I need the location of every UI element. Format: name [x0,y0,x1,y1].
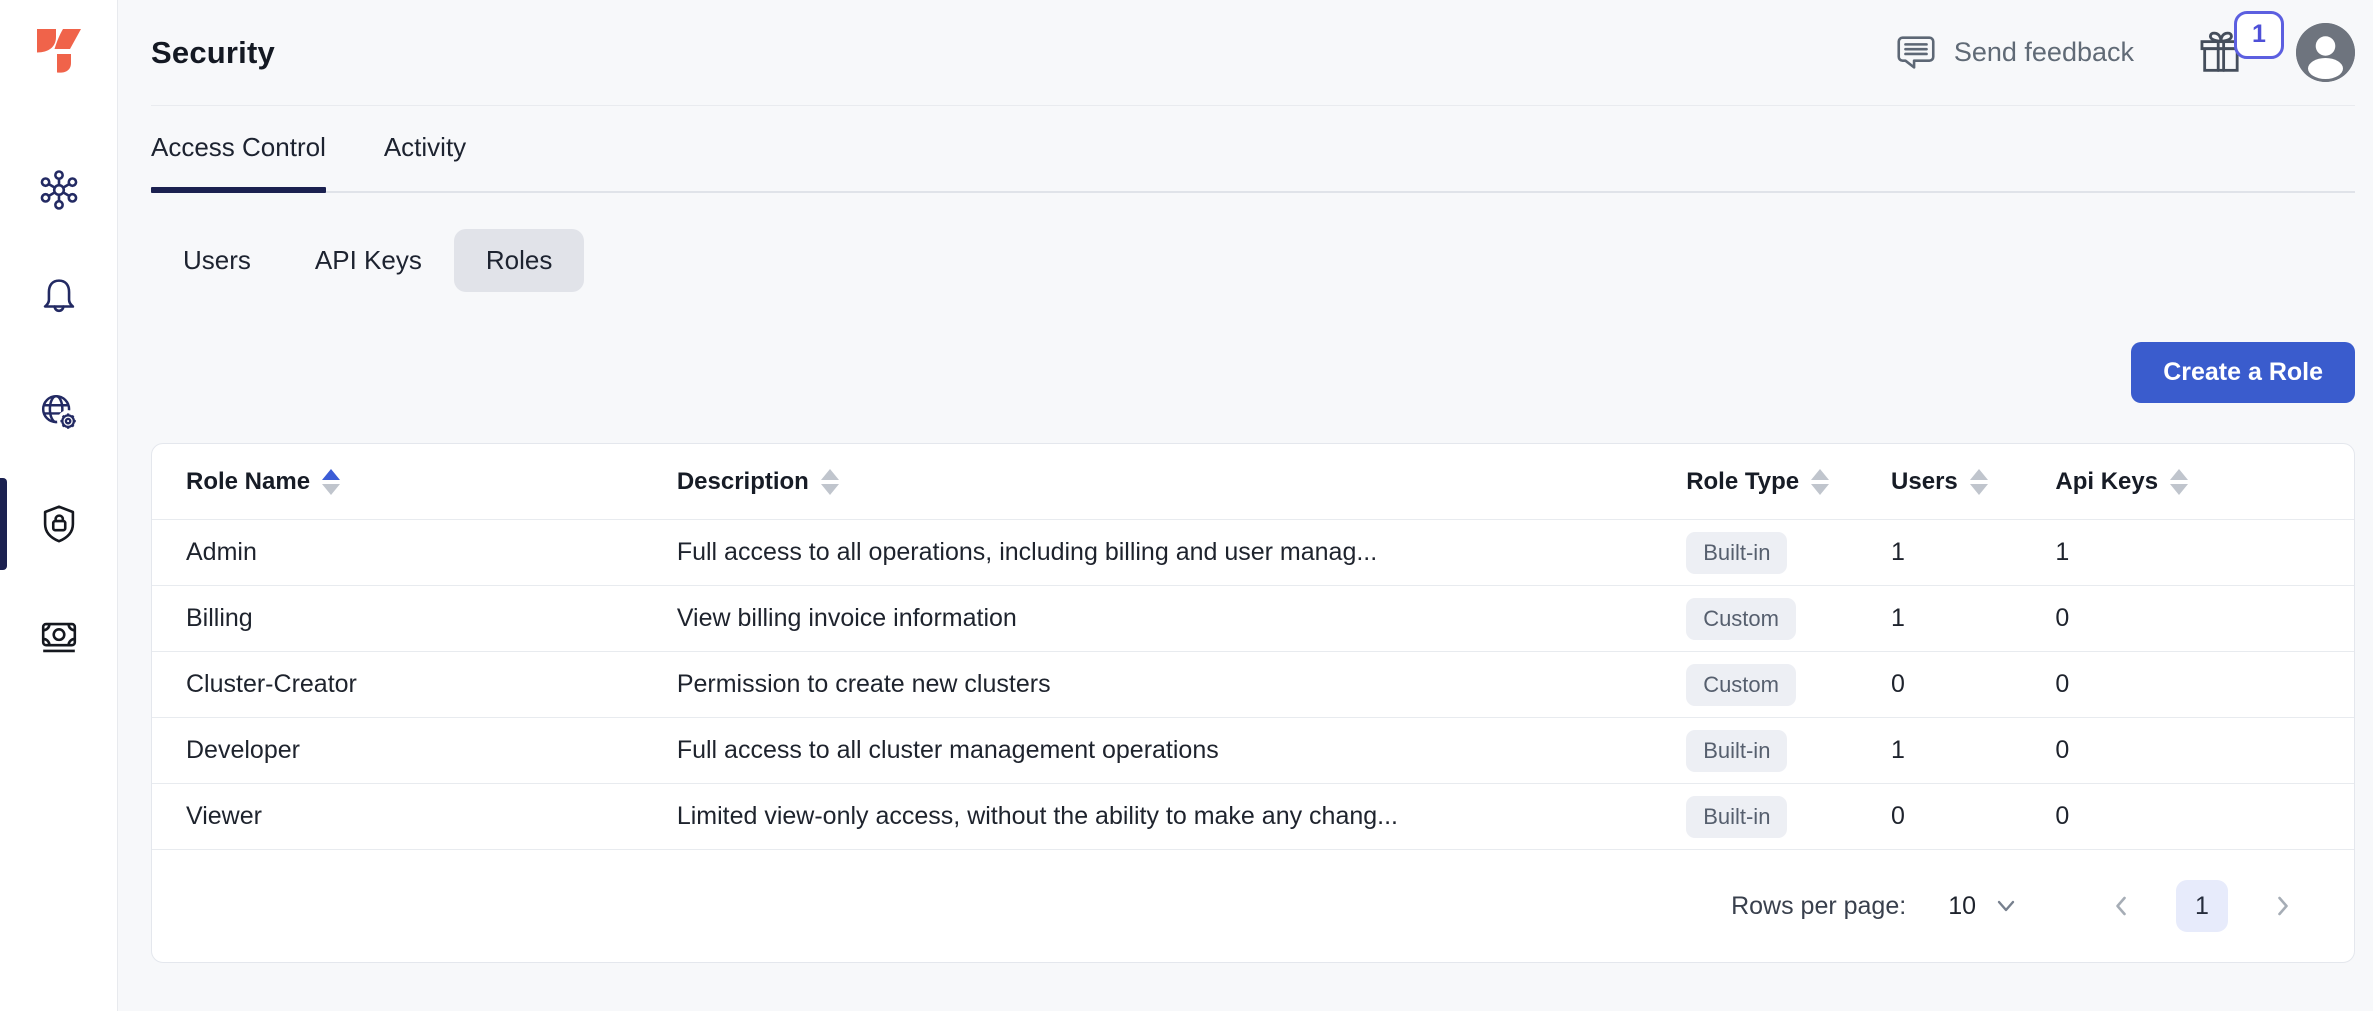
table-header-row: Role Name Description Role Type Users Ap… [152,444,2354,520]
sort-icon [1811,469,1829,495]
role-type-badge: Custom [1686,598,1796,640]
table-row[interactable]: Cluster-Creator Permission to create new… [152,652,2354,718]
user-icon [2296,23,2355,82]
role-type-badge: Built-in [1686,730,1787,772]
role-name-cell: Admin [186,538,677,567]
chevron-right-icon [2270,894,2294,918]
actions-row: Create a Role [151,342,2355,403]
users-count-cell: 1 [1891,736,2055,765]
billing-icon [36,614,82,660]
description-cell: Limited view-only access, without the ab… [677,802,1686,831]
sidebar-item-alerts[interactable] [0,271,118,319]
roles-table-card: Role Name Description Role Type Users Ap… [151,443,2355,963]
sort-icon [821,469,839,495]
create-role-button[interactable]: Create a Role [2131,342,2355,403]
role-name-cell: Developer [186,736,677,765]
users-count-cell: 0 [1891,670,2055,699]
description-cell: Full access to all operations, including… [677,538,1686,567]
table-row[interactable]: Billing View billing invoice information… [152,586,2354,652]
feedback-bubble-icon [1893,30,1939,76]
column-header-users[interactable]: Users [1891,468,2055,496]
subtab-roles[interactable]: Roles [454,229,584,292]
sidebar-item-network[interactable] [0,388,118,436]
description-cell: View billing invoice information [677,604,1686,633]
api-keys-count-cell: 0 [2055,604,2320,633]
previous-page-button[interactable] [2110,894,2134,918]
chevron-down-icon [1994,894,2018,918]
role-type-badge: Built-in [1686,532,1787,574]
users-count-cell: 0 [1891,802,2055,831]
avatar[interactable] [2296,23,2355,82]
role-name-cell: Viewer [186,802,677,831]
sort-icon [1970,469,1988,495]
role-type-badge: Built-in [1686,796,1787,838]
bell-icon [36,272,82,318]
rows-per-page-label: Rows per page: [1731,892,1906,921]
sidebar-item-security[interactable] [0,499,118,547]
role-name-cell: Cluster-Creator [186,670,677,699]
sort-icon [2170,469,2188,495]
sidebar-active-indicator [0,478,7,570]
subtab-bar: Users API Keys Roles [151,229,2355,292]
globe-gear-icon [36,389,82,435]
role-type-badge: Custom [1686,664,1796,706]
column-header-role-name[interactable]: Role Name [186,468,677,496]
table-row[interactable]: Admin Full access to all operations, inc… [152,520,2354,586]
send-feedback-button[interactable]: Send feedback [1893,30,2134,76]
subtab-api-keys[interactable]: API Keys [283,229,454,292]
next-page-button[interactable] [2270,894,2294,918]
sort-icon-asc [322,469,340,495]
api-keys-count-cell: 0 [2055,736,2320,765]
tab-bar: Access Control Activity [151,132,2355,193]
sidebar [0,0,118,1011]
gift-badge: 1 [2234,11,2284,59]
description-cell: Full access to all cluster management op… [677,736,1686,765]
users-count-cell: 1 [1891,538,2055,567]
chevron-left-icon [2110,894,2134,918]
api-keys-count-cell: 1 [2055,538,2320,567]
api-keys-count-cell: 0 [2055,670,2320,699]
description-cell: Permission to create new clusters [677,670,1686,699]
send-feedback-label: Send feedback [1954,37,2134,68]
topbar-right: Send feedback 1 [1893,23,2355,82]
tab-activity[interactable]: Activity [384,132,466,191]
rows-per-page-value: 10 [1948,892,1976,921]
top-bar: Security Send feedback [151,0,2355,106]
role-name-cell: Billing [186,604,677,633]
subtab-users[interactable]: Users [151,229,283,292]
main-content: Security Send feedback [119,0,2373,1011]
column-header-role-type[interactable]: Role Type [1686,468,1891,496]
table-row[interactable]: Viewer Limited view-only access, without… [152,784,2354,850]
users-count-cell: 1 [1891,604,2055,633]
table-row[interactable]: Developer Full access to all cluster man… [152,718,2354,784]
sidebar-item-clusters[interactable] [0,166,118,214]
gift-button[interactable]: 1 [2196,27,2248,79]
pager: 1 [2110,880,2294,932]
page-title: Security [151,35,275,71]
pagination-bar: Rows per page: 10 1 [152,850,2354,962]
page-number-chip[interactable]: 1 [2176,880,2228,932]
rows-per-page-select[interactable]: 10 [1948,892,2018,921]
cluster-icon [36,167,82,213]
column-header-api-keys[interactable]: Api Keys [2055,468,2320,496]
shield-lock-icon [36,500,82,546]
yugabyte-logo[interactable] [30,22,88,80]
sidebar-item-billing[interactable] [0,613,118,661]
api-keys-count-cell: 0 [2055,802,2320,831]
tab-access-control[interactable]: Access Control [151,132,326,191]
column-header-description[interactable]: Description [677,468,1686,496]
